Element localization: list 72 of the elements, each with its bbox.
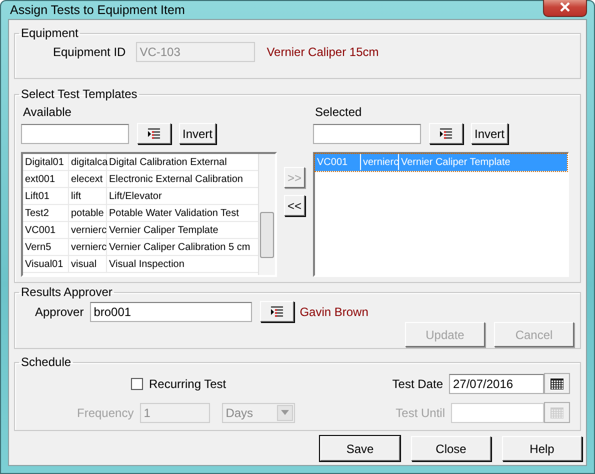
type-cell: visual: [69, 256, 107, 272]
name-cell-text: Digital Calibration External: [108, 156, 227, 168]
list-label: Available: [23, 105, 72, 119]
picker-button[interactable]: [429, 123, 463, 144]
list-label: Selected: [315, 105, 363, 119]
picker-button[interactable]: [260, 301, 294, 322]
template-row[interactable]: Visual01 visual Visual Inspection: [23, 256, 258, 273]
field-label: Approver: [35, 304, 84, 318]
calendar-icon: [550, 406, 564, 418]
name-cell-text: Vernier Caliper Calibration 5 cm: [108, 242, 250, 252]
calendar-button[interactable]: [544, 373, 570, 394]
invert-button[interactable]: Invert: [179, 123, 216, 144]
list-picker-icon: [147, 128, 161, 140]
approver-name: Gavin Brown: [300, 304, 368, 318]
field-label: Test Date: [392, 376, 443, 390]
picker-button[interactable]: [137, 123, 171, 144]
recurring-checkbox[interactable]: [131, 378, 143, 390]
type-cell: digitalca: [69, 154, 107, 170]
test-date-field[interactable]: 27/07/2016: [449, 374, 544, 394]
template-list[interactable]: [21, 152, 277, 277]
name-cell-text: Lift/Elevator: [108, 190, 162, 202]
template-row[interactable]: ext001 elecext Electronic External Calibration: [23, 171, 258, 188]
type-cell: vernierc: [69, 222, 107, 238]
type-cell: lift: [69, 188, 107, 204]
template-row[interactable]: VC001 vernierc Vernier Caliper Template: [23, 222, 258, 239]
template-row[interactable]: Test2 potable Potable Water Validation Test: [23, 205, 258, 222]
group-title: Results Approver: [20, 285, 114, 299]
list-picker-icon: [270, 306, 284, 318]
group-title: Equipment: [20, 26, 80, 40]
group-title: Select Test Templates: [20, 87, 138, 101]
code-cell: Digital01: [23, 154, 69, 170]
field-label: Test Until: [396, 406, 445, 420]
template-row[interactable]: Lift01 lift Lift/Elevator: [23, 188, 258, 205]
remove-button[interactable]: <<: [284, 195, 305, 216]
dialog-button[interactable]: Save: [320, 436, 400, 461]
checkbox-label: Recurring Test: [149, 376, 226, 390]
name-cell-text: Vernier Caliper Template: [108, 224, 218, 236]
code-cell: Test2: [23, 205, 69, 221]
close-button[interactable]: [543, 0, 587, 17]
code-cell: Vern5: [23, 239, 69, 255]
field-label: Equipment ID: [53, 45, 126, 59]
type-cell: elecext: [69, 171, 107, 187]
code-cell: Lift01: [23, 188, 69, 204]
filter-field[interactable]: [313, 124, 421, 144]
test-until-field[interactable]: [451, 402, 544, 422]
code-cell: VC001: [315, 154, 361, 170]
caret-icon: [280, 410, 289, 415]
name-cell-text: Electronic External Calibration: [108, 174, 243, 184]
name-cell-text: Vernier Caliper Template: [400, 156, 510, 168]
type-cell: vernierc: [69, 239, 107, 255]
name-cell-text: Visual Inspection: [108, 258, 184, 270]
code-cell: VC001: [23, 222, 69, 238]
group-title: Schedule: [20, 355, 72, 369]
approver-field[interactable]: bro001: [90, 302, 252, 322]
calendar-icon: [550, 378, 564, 390]
template-row[interactable]: Vern5 vernierc Vernier Caliper Calibration 5 cm: [23, 239, 258, 256]
dialog-button[interactable]: Close: [411, 436, 491, 461]
filter-field[interactable]: [21, 124, 129, 144]
code-cell: Visual01: [23, 256, 69, 272]
equipment-description: Vernier Caliper 15cm: [266, 45, 379, 59]
type-cell: potable: [69, 205, 107, 221]
type-cell: vernierc: [361, 154, 399, 170]
invert-button[interactable]: Invert: [471, 123, 508, 144]
list-picker-icon: [439, 128, 453, 140]
code-cell: ext001: [23, 171, 69, 187]
field-label: Frequency: [77, 406, 134, 420]
template-row[interactable]: Digital01 digitalcaDigital Calibration External: [23, 154, 258, 171]
close-icon: [559, 2, 571, 12]
dialog-button[interactable]: Help: [502, 436, 582, 461]
name-cell-text: Potable Water Validation Test: [108, 208, 239, 218]
window-title: Assign Tests to Equipment Item: [9, 3, 185, 17]
scrollbar[interactable]: [258, 154, 275, 275]
